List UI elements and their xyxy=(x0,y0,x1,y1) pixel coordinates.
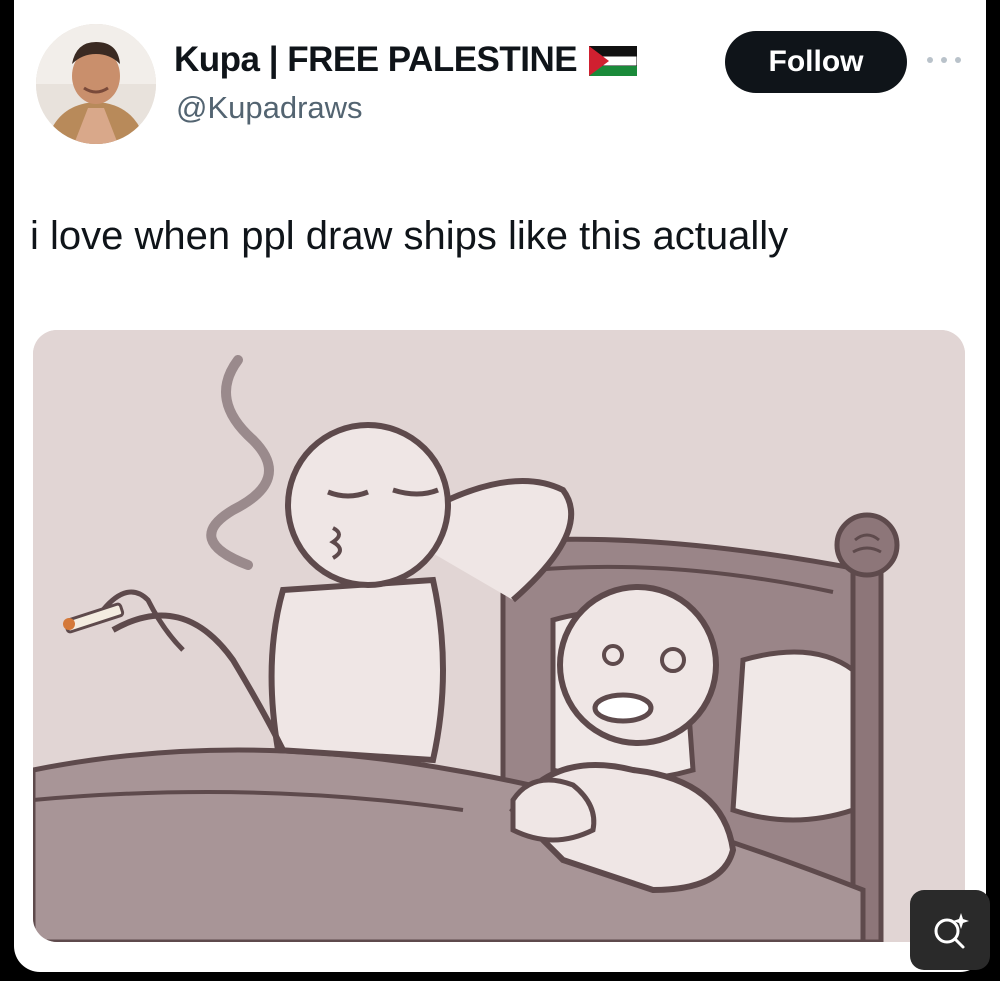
visual-search-icon[interactable] xyxy=(910,890,990,970)
avatar[interactable] xyxy=(36,24,156,144)
more-options-icon[interactable] xyxy=(922,48,966,72)
user-handle[interactable]: @Kupadraws xyxy=(176,90,363,126)
follow-button[interactable]: Follow xyxy=(725,31,907,93)
tweet-card: Kupa | FREE PALESTINE @Kupadraws Follow … xyxy=(14,0,986,972)
display-name[interactable]: Kupa | FREE PALESTINE xyxy=(174,40,638,80)
palestine-flag-icon xyxy=(588,45,638,76)
tweet-text: i love when ppl draw ships like this act… xyxy=(30,214,789,258)
display-name-text: Kupa | FREE PALESTINE xyxy=(174,40,578,79)
tweet-media-image[interactable] xyxy=(33,330,965,942)
